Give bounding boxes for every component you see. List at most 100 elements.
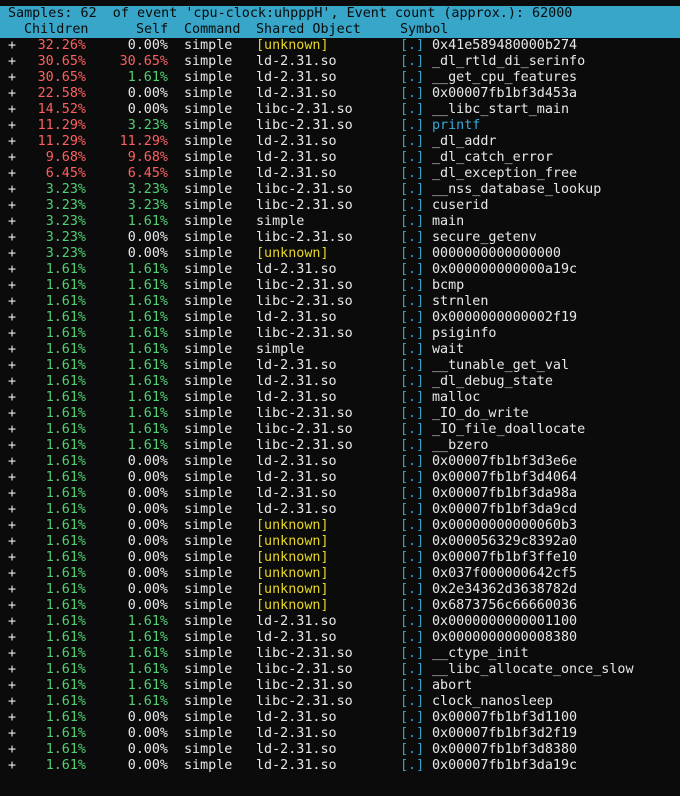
expand-toggle[interactable]: +: [8, 150, 16, 166]
expand-toggle[interactable]: +: [8, 710, 16, 726]
table-row[interactable]: +1.61% 0.00% simple [unknown] [.] 0x2e34362d3…: [0, 582, 680, 598]
expand-toggle[interactable]: +: [8, 406, 16, 422]
column-header-row: Children Self Command Shared Object Symb…: [0, 22, 680, 38]
expand-toggle[interactable]: +: [8, 518, 16, 534]
expand-toggle[interactable]: +: [8, 310, 16, 326]
expand-toggle[interactable]: +: [8, 630, 16, 646]
expand-toggle[interactable]: +: [8, 422, 16, 438]
table-row[interactable]: +3.23% 3.23% simple libc-2.31.so [.] __nss_da…: [0, 182, 680, 198]
table-row[interactable]: +3.23% 0.00% simple libc-2.31.so [.] secure_g…: [0, 230, 680, 246]
table-row[interactable]: +1.61% 0.00% simple ld-2.31.so [.] 0x00007fb1…: [0, 742, 680, 758]
expand-toggle[interactable]: +: [8, 134, 16, 150]
expand-toggle[interactable]: +: [8, 166, 16, 182]
expand-toggle[interactable]: +: [8, 198, 16, 214]
expand-toggle[interactable]: +: [8, 294, 16, 310]
table-row[interactable]: +1.61% 0.00% simple ld-2.31.so [.] 0x00007fb1…: [0, 470, 680, 486]
expand-toggle[interactable]: +: [8, 742, 16, 758]
table-row[interactable]: +1.61% 0.00% simple [unknown] [.] 0x6873756c6…: [0, 598, 680, 614]
table-row[interactable]: +6.45% 6.45% simple ld-2.31.so [.] _dl_except…: [0, 166, 680, 182]
table-row[interactable]: +1.61% 1.61% simple libc-2.31.so [.] abort: [0, 678, 680, 694]
expand-toggle[interactable]: +: [8, 358, 16, 374]
expand-toggle[interactable]: +: [8, 454, 16, 470]
table-row[interactable]: +1.61% 0.00% simple [unknown] [.] 0x000000000…: [0, 518, 680, 534]
expand-toggle[interactable]: +: [8, 38, 16, 54]
table-row[interactable]: +1.61% 1.61% simple libc-2.31.so [.] _IO_file…: [0, 422, 680, 438]
expand-toggle[interactable]: +: [8, 278, 16, 294]
expand-toggle[interactable]: +: [8, 326, 16, 342]
table-row[interactable]: +3.23% 1.61% simple simple [.] main: [0, 214, 680, 230]
expand-toggle[interactable]: +: [8, 182, 16, 198]
expand-toggle[interactable]: +: [8, 102, 16, 118]
table-row[interactable]: +1.61% 0.00% simple [unknown] [.] 0x00007fb1b…: [0, 550, 680, 566]
symbol-type-marker: [.]: [400, 246, 425, 261]
table-row[interactable]: +3.23% 3.23% simple libc-2.31.so [.] cuserid: [0, 198, 680, 214]
header-children[interactable]: Children: [24, 22, 89, 38]
expand-toggle[interactable]: +: [8, 726, 16, 742]
expand-toggle[interactable]: +: [8, 438, 16, 454]
expand-toggle[interactable]: +: [8, 86, 16, 102]
table-row[interactable]: +30.65% 30.65% simple ld-2.31.so [.] _dl_rtld…: [0, 54, 680, 70]
table-row[interactable]: +1.61% 1.61% simple libc-2.31.so [.] bcmp: [0, 278, 680, 294]
table-row[interactable]: +14.52% 0.00% simple libc-2.31.so [.] __libc_…: [0, 102, 680, 118]
expand-toggle[interactable]: +: [8, 390, 16, 406]
table-row[interactable]: +1.61% 0.00% simple ld-2.31.so [.] 0x00007fb1…: [0, 758, 680, 774]
table-row[interactable]: +1.61% 1.61% simple libc-2.31.so [.] __bzero: [0, 438, 680, 454]
table-row[interactable]: +1.61% 1.61% simple simple [.] wait: [0, 342, 680, 358]
expand-toggle[interactable]: +: [8, 246, 16, 262]
table-row[interactable]: +1.61% 1.61% simple ld-2.31.so [.] 0x00000000…: [0, 262, 680, 278]
expand-toggle[interactable]: +: [8, 502, 16, 518]
expand-toggle[interactable]: +: [8, 486, 16, 502]
table-row[interactable]: +1.61% 0.00% simple ld-2.31.so [.] 0x00007fb1…: [0, 502, 680, 518]
expand-toggle[interactable]: +: [8, 550, 16, 566]
expand-toggle[interactable]: +: [8, 662, 16, 678]
table-row[interactable]: +1.61% 1.61% simple libc-2.31.so [.] _IO_do_w…: [0, 406, 680, 422]
table-row[interactable]: +11.29% 11.29% simple ld-2.31.so [.] _dl_addr: [0, 134, 680, 150]
expand-toggle[interactable]: +: [8, 758, 16, 774]
table-row[interactable]: +11.29% 3.23% simple libc-2.31.so [.] printf: [0, 118, 680, 134]
table-row[interactable]: +1.61% 0.00% simple ld-2.31.so [.] 0x00007fb1…: [0, 454, 680, 470]
table-row[interactable]: +1.61% 1.61% simple libc-2.31.so [.] psiginfo: [0, 326, 680, 342]
expand-toggle[interactable]: +: [8, 54, 16, 70]
table-row[interactable]: +1.61% 1.61% simple ld-2.31.so [.] 0x00000000…: [0, 614, 680, 630]
expand-toggle[interactable]: +: [8, 598, 16, 614]
header-self[interactable]: Self: [136, 22, 168, 38]
self-percent: 1.61%: [127, 406, 168, 421]
header-symbol[interactable]: Symbol: [400, 22, 448, 38]
header-command[interactable]: Command: [184, 22, 240, 38]
table-row[interactable]: +1.61% 1.61% simple ld-2.31.so [.] 0x00000000…: [0, 310, 680, 326]
table-row[interactable]: +30.65% 1.61% simple ld-2.31.so [.] __get_cpu…: [0, 70, 680, 86]
expand-toggle[interactable]: +: [8, 694, 16, 710]
table-row[interactable]: +32.26% 0.00% simple [unknown] [.] 0x41e58948…: [0, 38, 680, 54]
table-row[interactable]: +1.61% 1.61% simple ld-2.31.so [.] malloc: [0, 390, 680, 406]
table-row[interactable]: +1.61% 1.61% simple libc-2.31.so [.] strnlen: [0, 294, 680, 310]
table-row[interactable]: +22.58% 0.00% simple ld-2.31.so [.] 0x00007fb…: [0, 86, 680, 102]
table-row[interactable]: +1.61% 1.61% simple ld-2.31.so [.] 0x00000000…: [0, 630, 680, 646]
expand-toggle[interactable]: +: [8, 582, 16, 598]
table-row[interactable]: +1.61% 1.61% simple libc-2.31.so [.] __ctype_…: [0, 646, 680, 662]
expand-toggle[interactable]: +: [8, 262, 16, 278]
table-row[interactable]: +3.23% 0.00% simple [unknown] [.] 00000000000…: [0, 246, 680, 262]
table-row[interactable]: +1.61% 0.00% simple [unknown] [.] 0x037f00000…: [0, 566, 680, 582]
table-row[interactable]: +1.61% 0.00% simple ld-2.31.so [.] 0x00007fb1…: [0, 486, 680, 502]
expand-toggle[interactable]: +: [8, 342, 16, 358]
expand-toggle[interactable]: +: [8, 70, 16, 86]
table-row[interactable]: +1.61% 1.61% simple ld-2.31.so [.] _dl_debug_…: [0, 374, 680, 390]
table-row[interactable]: +1.61% 0.00% simple [unknown] [.] 0x000056329…: [0, 534, 680, 550]
expand-toggle[interactable]: +: [8, 614, 16, 630]
expand-toggle[interactable]: +: [8, 646, 16, 662]
header-shared-object[interactable]: Shared Object: [256, 22, 361, 38]
expand-toggle[interactable]: +: [8, 214, 16, 230]
table-row[interactable]: +9.68% 9.68% simple ld-2.31.so [.] _dl_catch_…: [0, 150, 680, 166]
expand-toggle[interactable]: +: [8, 230, 16, 246]
expand-toggle[interactable]: +: [8, 678, 16, 694]
expand-toggle[interactable]: +: [8, 566, 16, 582]
expand-toggle[interactable]: +: [8, 374, 16, 390]
expand-toggle[interactable]: +: [8, 534, 16, 550]
expand-toggle[interactable]: +: [8, 118, 16, 134]
table-row[interactable]: +1.61% 0.00% simple ld-2.31.so [.] 0x00007fb1…: [0, 726, 680, 742]
table-row[interactable]: +1.61% 1.61% simple libc-2.31.so [.] __libc_a…: [0, 662, 680, 678]
table-row[interactable]: +1.61% 1.61% simple ld-2.31.so [.] __tunable_…: [0, 358, 680, 374]
table-row[interactable]: +1.61% 0.00% simple ld-2.31.so [.] 0x00007fb1…: [0, 710, 680, 726]
table-row[interactable]: +1.61% 1.61% simple libc-2.31.so [.] clock_na…: [0, 694, 680, 710]
expand-toggle[interactable]: +: [8, 470, 16, 486]
